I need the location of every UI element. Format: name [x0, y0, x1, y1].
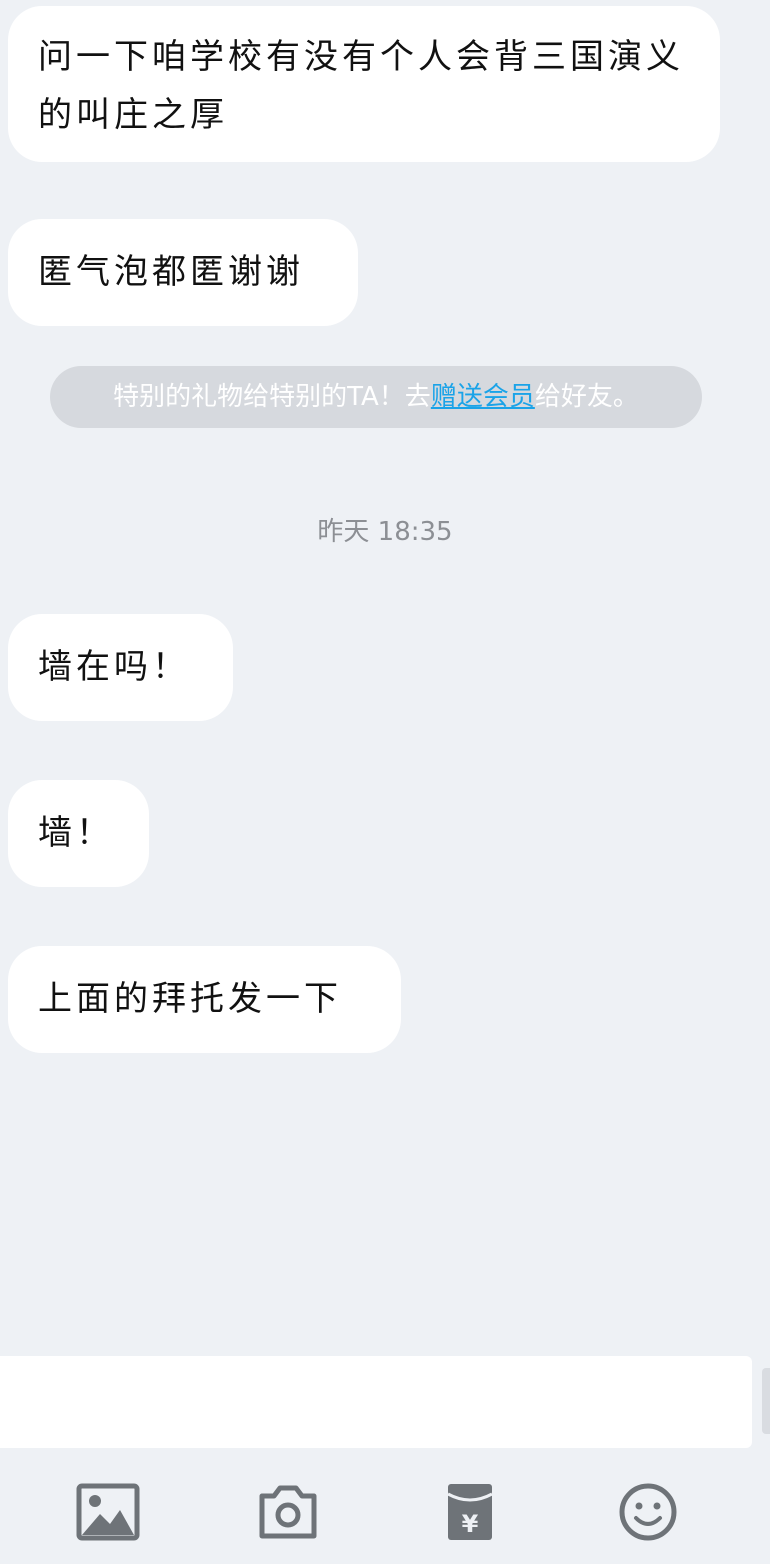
message-bubble[interactable]: 问一下咱学校有没有个人会背三国演义的叫庄之厚 [8, 6, 720, 162]
input-toolbar: ¥ [0, 1448, 770, 1564]
message-text: 墙！ [38, 813, 114, 853]
message-text: 上面的拜托发一下 [38, 979, 342, 1019]
gift-membership-link[interactable]: 赠送会员 [431, 382, 535, 412]
gift-membership-notice: 特别的礼物给特别的TA！去赠送会员给好友。 [50, 366, 702, 428]
camera-icon[interactable] [256, 1482, 320, 1542]
message-bubble[interactable]: 墙！ [8, 780, 149, 887]
side-drawer-handle[interactable] [762, 1368, 770, 1434]
message-bubble[interactable]: 上面的拜托发一下 [8, 946, 401, 1053]
message-input[interactable] [0, 1356, 752, 1448]
message-text: 匿气泡都匿谢谢 [38, 252, 304, 292]
emoji-icon[interactable] [616, 1482, 680, 1542]
message-bubble[interactable]: 匿气泡都匿谢谢 [8, 219, 358, 326]
svg-text:¥: ¥ [462, 1510, 479, 1538]
chat-screen: 问一下咱学校有没有个人会背三国演义的叫庄之厚 匿气泡都匿谢谢 特别的礼物给特别的… [0, 0, 770, 1564]
message-bubble[interactable]: 墙在吗！ [8, 614, 233, 721]
message-text: 问一下咱学校有没有个人会背三国演义的叫庄之厚 [38, 37, 684, 135]
image-icon[interactable] [76, 1482, 140, 1542]
notice-suffix: 给好友。 [534, 382, 639, 412]
message-text: 墙在吗！ [38, 647, 190, 687]
notice-prefix: 特别的礼物给特别的TA！去 [113, 382, 431, 412]
red-packet-icon[interactable]: ¥ [438, 1482, 502, 1542]
message-timestamp: 昨天 18:35 [317, 517, 453, 547]
